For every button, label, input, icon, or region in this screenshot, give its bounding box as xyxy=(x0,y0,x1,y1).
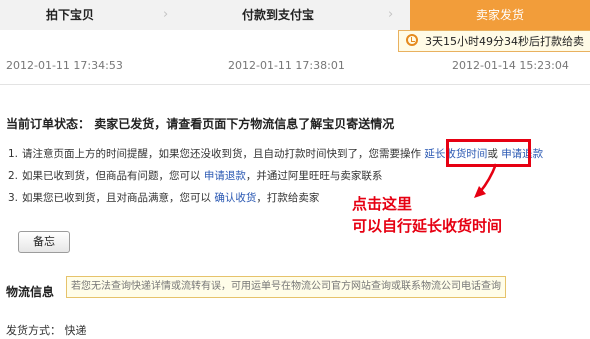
item-number: 3. xyxy=(8,192,19,204)
item-text: 如果已收到货，但商品有问题，您可以 xyxy=(22,170,201,182)
annotation-line-1: 点击这里 xyxy=(352,195,413,213)
confirm-receipt-link[interactable]: 确认收货 xyxy=(214,192,256,204)
step-seller-shipped: 卖家发货 xyxy=(410,0,590,30)
order-status-label: 当前订单状态： xyxy=(6,117,91,131)
order-status: 当前订单状态： 卖家已发货，请查看页面下方物流信息了解宝贝寄送情况 xyxy=(6,115,394,132)
order-status-text: 卖家已发货，请查看页面下方物流信息了解宝贝寄送情况 xyxy=(94,117,395,131)
chevron-right-icon: › xyxy=(388,7,394,22)
divider xyxy=(0,84,590,85)
auto-payment-countdown: 3天15小时49分34秒后打款给卖 xyxy=(398,30,590,52)
countdown-text: 3天15小时49分34秒后打款给卖 xyxy=(425,35,584,48)
step-pay-alipay: 付款到支付宝 xyxy=(241,8,314,22)
shipping-method: 发货方式： 快递 xyxy=(6,324,87,337)
list-item: 2. 如果已收到货，但商品有问题，您可以 申请退款，并通过阿里旺旺与卖家联系 xyxy=(8,168,590,190)
apply-refund-link[interactable]: 申请退款 xyxy=(204,170,246,182)
logistics-note: 若您无法查询快递详情或流转有误，可用运单号在物流公司官方网站查询或联系物流公司电… xyxy=(66,276,506,298)
step-time-1: 2012-01-11 17:34:53 xyxy=(6,59,123,72)
annotation-line-2: 可以自行延长收货时间 xyxy=(352,217,503,235)
clock-icon xyxy=(406,34,418,46)
item-text: 如果您已收到货，且对商品满意，您可以 xyxy=(22,192,211,204)
step-place-order: 拍下宝贝 xyxy=(45,8,94,22)
list-item: 3. 如果您已收到货，且对商品满意，您可以 确认收货，打款给卖家 xyxy=(8,190,590,212)
step-time-3: 2012-01-14 15:23:04 xyxy=(452,59,569,72)
annotation-text: 点击这里 可以自行延长收货时间 xyxy=(352,193,502,237)
logistics-title: 物流信息 xyxy=(6,285,55,299)
memo-button[interactable]: 备忘 xyxy=(18,231,70,253)
item-text: 请注意页面上方的时间提醒，如果您还没收到货，且自动打款时间快到了，您需要操作 xyxy=(22,148,421,160)
step-time-2: 2012-01-11 17:38:01 xyxy=(228,59,345,72)
item-number: 1. xyxy=(8,148,19,160)
item-text: ，打款给卖家 xyxy=(256,192,320,204)
order-progress-steps: 拍下宝贝 › 付款到支付宝 › 卖家发货 xyxy=(0,0,590,30)
item-number: 2. xyxy=(8,170,19,182)
chevron-right-icon: › xyxy=(163,7,169,22)
item-text: ，并通过阿里旺旺与卖家联系 xyxy=(245,170,383,182)
